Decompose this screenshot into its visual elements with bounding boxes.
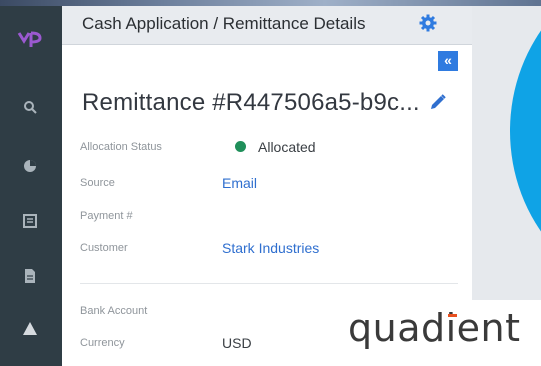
- payment-number-label: Payment #: [80, 210, 133, 222]
- remittance-title: Remittance #R447506a5-b9c...: [82, 89, 420, 116]
- currency-label: Currency: [80, 337, 125, 349]
- quadient-watermark: quadient: [330, 300, 541, 366]
- decorative-blue-circle: [510, 6, 541, 296]
- allocation-status-value: Allocated: [258, 139, 316, 155]
- source-label: Source: [80, 177, 115, 189]
- sidebar: [0, 6, 62, 366]
- section-divider: [80, 283, 458, 284]
- allocation-status-label: Allocation Status: [80, 141, 162, 153]
- brand-logo-text: quadient: [348, 306, 521, 350]
- pie-chart-icon[interactable]: [22, 158, 38, 174]
- pencil-icon[interactable]: [429, 93, 447, 111]
- collapse-panel-button[interactable]: «: [438, 51, 458, 71]
- status-dot: [235, 141, 246, 152]
- search-icon[interactable]: [22, 99, 38, 115]
- app-logo-icon[interactable]: [17, 30, 43, 50]
- warning-icon[interactable]: [22, 321, 38, 337]
- gear-icon[interactable]: [419, 14, 437, 32]
- breadcrumb: Cash Application / Remittance Details: [82, 14, 366, 33]
- document-icon[interactable]: [22, 268, 38, 284]
- list-icon[interactable]: [22, 213, 38, 229]
- bank-account-label: Bank Account: [80, 305, 148, 317]
- brand-accent-mark: [448, 314, 457, 317]
- customer-label: Customer: [80, 242, 128, 254]
- customer-link[interactable]: Stark Industries: [222, 240, 319, 256]
- source-link[interactable]: Email: [222, 175, 257, 191]
- double-chevron-left-icon: «: [444, 52, 452, 68]
- page-header: Cash Application / Remittance Details: [62, 6, 472, 45]
- currency-value: USD: [222, 335, 252, 351]
